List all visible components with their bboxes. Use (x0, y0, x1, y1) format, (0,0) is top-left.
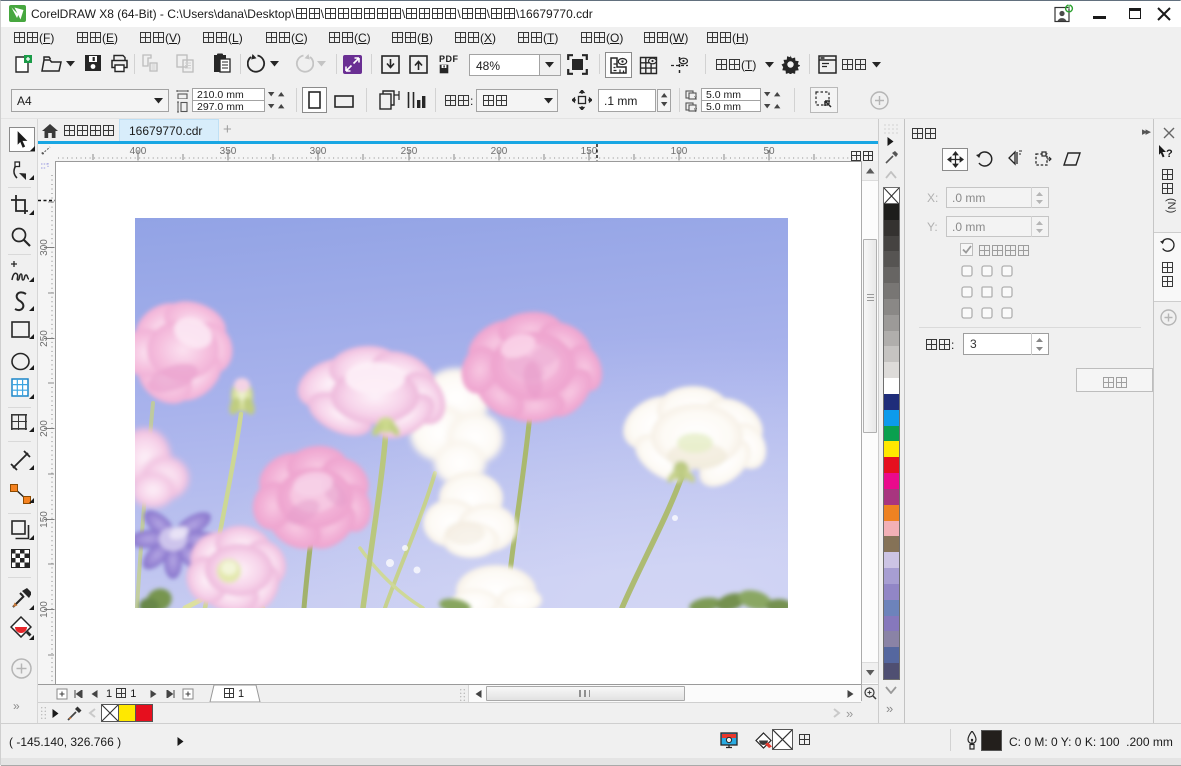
svg-text:y: y (694, 108, 697, 113)
svg-text:50: 50 (763, 146, 775, 157)
svg-text:300: 300 (310, 146, 327, 157)
svg-text:250: 250 (401, 146, 418, 157)
svg-text:350: 350 (220, 146, 237, 157)
svg-text:100: 100 (671, 146, 688, 157)
svg-text:100: 100 (39, 600, 50, 617)
svg-text:150: 150 (39, 510, 50, 527)
svg-text:300: 300 (39, 238, 50, 255)
svg-text:x: x (694, 96, 697, 101)
svg-text:200: 200 (39, 419, 50, 436)
svg-text:250: 250 (39, 329, 50, 346)
svg-text:?: ? (1166, 148, 1173, 160)
svg-text:200: 200 (491, 146, 508, 157)
svg-text:400: 400 (130, 146, 147, 157)
svg-text:150: 150 (581, 146, 598, 157)
